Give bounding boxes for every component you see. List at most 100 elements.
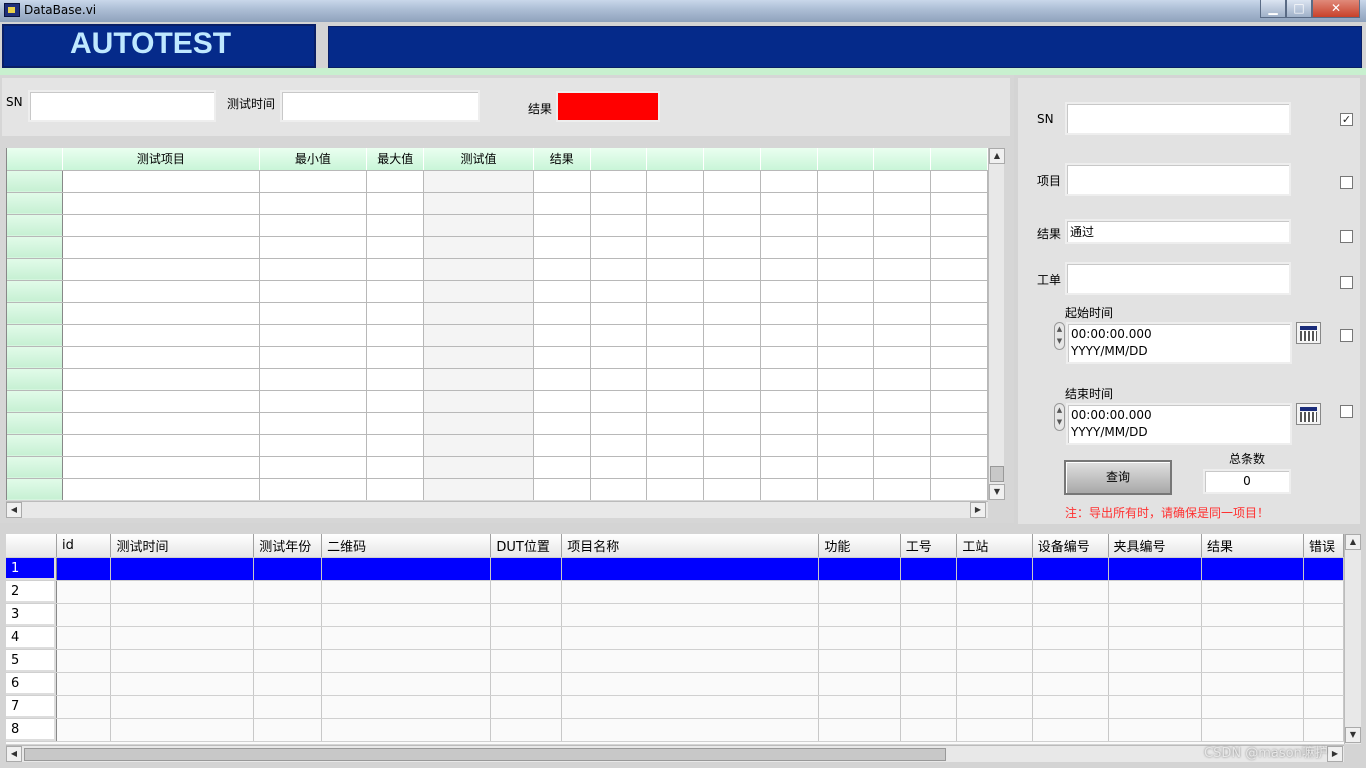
test-table-cell[interactable] xyxy=(703,390,761,413)
results-row[interactable]: 7 xyxy=(6,695,1344,719)
results-cell[interactable] xyxy=(1108,557,1202,581)
test-time-display[interactable] xyxy=(280,90,480,122)
test-table-cell[interactable] xyxy=(703,258,761,281)
test-table-row-header[interactable] xyxy=(7,170,64,193)
scroll-up-icon[interactable]: ▲ xyxy=(989,148,1005,164)
test-table-cell[interactable] xyxy=(533,236,591,259)
results-hscrollbar[interactable]: ◀ ▶ xyxy=(6,745,1344,762)
results-cell[interactable] xyxy=(110,718,255,742)
test-table-cell[interactable] xyxy=(760,456,818,479)
test-table-row[interactable] xyxy=(7,324,988,347)
test-table-cell[interactable] xyxy=(646,214,705,237)
results-cell[interactable] xyxy=(1201,626,1305,650)
results-cell[interactable] xyxy=(1303,718,1344,742)
test-table-cell[interactable] xyxy=(259,368,368,391)
results-row-number[interactable]: 1 xyxy=(6,557,57,581)
results-cell[interactable] xyxy=(1303,672,1344,696)
results-cell[interactable] xyxy=(561,718,820,742)
test-table-row[interactable] xyxy=(7,390,988,413)
results-row[interactable]: 1 xyxy=(6,557,1344,581)
results-cell[interactable] xyxy=(1201,603,1305,627)
maximize-button[interactable]: □ xyxy=(1286,0,1312,18)
results-cell[interactable] xyxy=(253,718,323,742)
results-cell[interactable] xyxy=(110,603,255,627)
test-table-cell[interactable] xyxy=(760,280,818,303)
results-cell[interactable] xyxy=(490,672,563,696)
test-table-cell[interactable] xyxy=(590,324,648,347)
test-table-cell[interactable] xyxy=(423,478,534,500)
test-table-cell[interactable] xyxy=(366,434,425,457)
test-table-cell[interactable] xyxy=(646,280,705,303)
test-table-cell[interactable] xyxy=(259,258,368,281)
test-table-cell[interactable] xyxy=(703,170,761,193)
test-table-cell[interactable] xyxy=(62,478,260,500)
test-table-cell[interactable] xyxy=(760,170,818,193)
results-cell[interactable] xyxy=(900,626,958,650)
test-table-cell[interactable] xyxy=(760,434,818,457)
results-cell[interactable] xyxy=(490,649,563,673)
results-scroll-thumb[interactable] xyxy=(24,748,946,761)
test-table-cell[interactable] xyxy=(259,324,368,347)
test-table-cell[interactable] xyxy=(423,302,534,325)
results-cell[interactable] xyxy=(818,695,901,719)
test-table-cell[interactable] xyxy=(423,390,534,413)
results-cell[interactable] xyxy=(1032,695,1109,719)
query-order-checkbox[interactable] xyxy=(1340,276,1353,289)
results-cell[interactable] xyxy=(1108,672,1202,696)
test-table-cell[interactable] xyxy=(590,280,648,303)
test-table-cell[interactable] xyxy=(259,170,368,193)
results-row-number[interactable]: 7 xyxy=(6,695,57,719)
test-table-cell[interactable] xyxy=(259,192,368,215)
results-cell[interactable] xyxy=(253,603,323,627)
test-table-cell[interactable] xyxy=(703,412,761,435)
test-table-cell[interactable] xyxy=(590,302,648,325)
test-table-row-header[interactable] xyxy=(7,324,64,347)
test-table-cell[interactable] xyxy=(646,324,705,347)
test-table-cell[interactable] xyxy=(760,236,818,259)
test-table-cell[interactable] xyxy=(703,192,761,215)
test-table-cell[interactable] xyxy=(817,390,875,413)
results-cell[interactable] xyxy=(561,557,820,581)
test-table-cell[interactable] xyxy=(533,346,591,369)
test-table-row-header[interactable] xyxy=(7,456,64,479)
results-cell[interactable] xyxy=(253,695,323,719)
test-table-cell[interactable] xyxy=(62,346,260,369)
test-table-cell[interactable] xyxy=(760,412,818,435)
results-cell[interactable] xyxy=(1032,718,1109,742)
results-cell[interactable] xyxy=(253,626,323,650)
results-cell[interactable] xyxy=(1108,649,1202,673)
test-table-cell[interactable] xyxy=(646,390,705,413)
results-cell[interactable] xyxy=(1303,603,1344,627)
test-table-cell[interactable] xyxy=(366,390,425,413)
test-table-cell[interactable] xyxy=(873,434,932,457)
test-table-cell[interactable] xyxy=(259,390,368,413)
results-table[interactable]: id 测试时间 测试年份 二维码 DUT位置 项目名称 功能 工号 工站 设备编号 夹具编号 结果 错误… xyxy=(6,534,1344,744)
test-table-cell[interactable] xyxy=(590,368,648,391)
test-table-cell[interactable] xyxy=(930,412,988,435)
results-row[interactable]: 2 xyxy=(6,580,1344,604)
results-cell[interactable] xyxy=(490,603,563,627)
results-cell[interactable] xyxy=(818,718,901,742)
test-table-cell[interactable] xyxy=(590,214,648,237)
test-table-cell[interactable] xyxy=(873,236,932,259)
test-table-cell[interactable] xyxy=(873,478,932,500)
test-table-cell[interactable] xyxy=(366,412,425,435)
test-table-cell[interactable] xyxy=(62,456,260,479)
results-cell[interactable] xyxy=(1201,672,1305,696)
results-cell[interactable] xyxy=(1303,626,1344,650)
test-table-cell[interactable] xyxy=(646,346,705,369)
results-vscrollbar[interactable]: ▲ ▼ xyxy=(1344,534,1361,744)
results-cell[interactable] xyxy=(321,557,492,581)
test-table-cell[interactable] xyxy=(259,478,368,500)
test-table-cell[interactable] xyxy=(423,280,534,303)
test-table-cell[interactable] xyxy=(423,324,534,347)
test-table-cell[interactable] xyxy=(423,346,534,369)
results-cell[interactable] xyxy=(1108,695,1202,719)
test-table-cell[interactable] xyxy=(646,258,705,281)
test-table-hscrollbar[interactable]: ◀ ▶ xyxy=(6,501,988,518)
test-table-row-header[interactable] xyxy=(7,346,64,369)
test-table-cell[interactable] xyxy=(930,236,988,259)
results-cell[interactable] xyxy=(561,649,820,673)
results-cell[interactable] xyxy=(1201,695,1305,719)
test-table-cell[interactable] xyxy=(930,478,988,500)
